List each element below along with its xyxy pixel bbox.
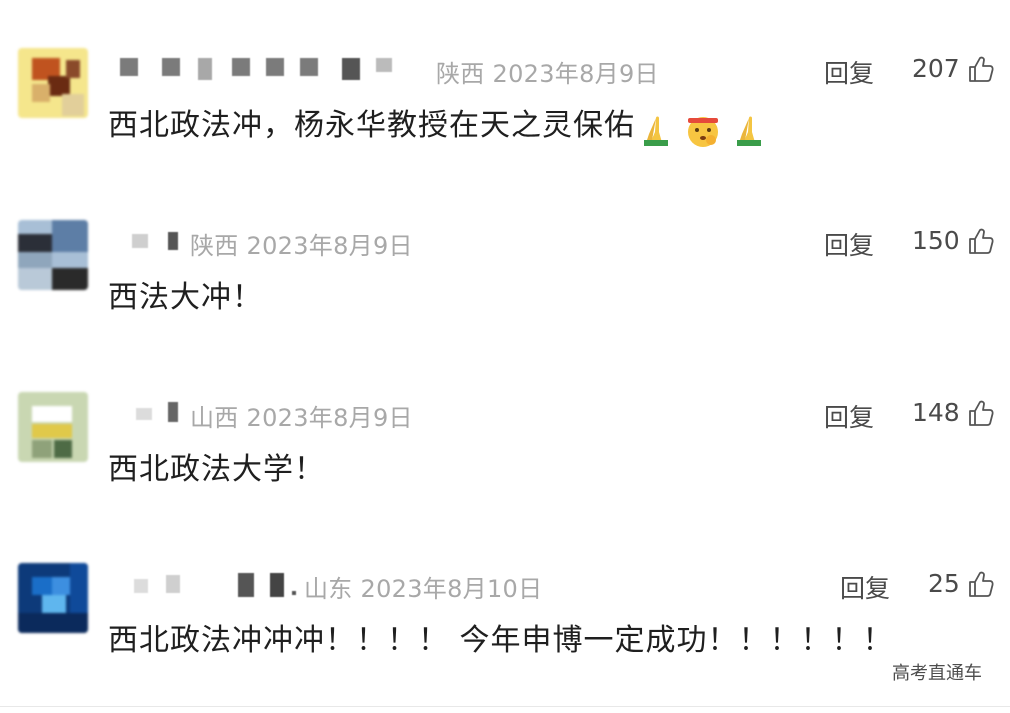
username-redacted[interactable] (120, 573, 310, 597)
location-date: 陕西 2023年8月9日 (436, 60, 659, 88)
reply-button[interactable]: 回复 (824, 398, 874, 434)
comment-item-1: 陕西 2023年8月9日 回复 207 西北政法冲，杨永华教授在天之灵保佑 (0, 48, 1010, 198)
reply-button[interactable]: 回复 (824, 54, 874, 90)
thumbs-up-icon[interactable] (966, 226, 996, 256)
folded-hands-emoji-icon (644, 116, 668, 146)
comment-meta: 山东 2023年8月10日 回复 25 (108, 563, 1010, 603)
comment-text: 西北政法大学！ (108, 452, 325, 487)
comment-meta: 陕西 2023年8月9日 回复 150 (108, 220, 1010, 260)
location-date: 陕西 2023年8月9日 (190, 232, 413, 260)
hushed-face-emoji-icon (687, 116, 718, 147)
comment-meta: 陕西 2023年8月9日 回复 207 (108, 48, 1010, 88)
emoji-group (639, 112, 766, 150)
reply-button[interactable]: 回复 (824, 226, 874, 262)
like-count: 207 (912, 54, 960, 83)
comment-item-2: 陕西 2023年8月9日 回复 150 西法大冲！ (0, 220, 1010, 370)
divider (0, 706, 1010, 707)
like-count: 25 (928, 569, 960, 598)
like-count: 148 (912, 398, 960, 427)
avatar[interactable] (18, 392, 88, 462)
comment-meta: 山西 2023年8月9日 回复 148 (108, 392, 1010, 432)
avatar[interactable] (18, 220, 88, 290)
folded-hands-emoji-icon (737, 116, 762, 146)
comment-text: 西北政法冲冲冲！！！！ 今年申博一定成功！！！！！！ (108, 623, 894, 658)
comment-item-3: 山西 2023年8月9日 回复 148 西北政法大学！ (0, 392, 1010, 542)
reply-button[interactable]: 回复 (840, 569, 890, 605)
username-redacted[interactable] (120, 58, 400, 80)
comment-text: 西法大冲！ (108, 280, 263, 315)
avatar[interactable] (18, 48, 88, 118)
thumbs-up-icon[interactable] (966, 398, 996, 428)
avatar[interactable] (18, 563, 88, 633)
location-date: 山西 2023年8月9日 (190, 404, 413, 432)
watermark: 高考直通车 (892, 663, 982, 684)
thumbs-up-icon[interactable] (966, 54, 996, 84)
comment-item-4: 山东 2023年8月10日 回复 25 西北政法冲冲冲！！！！ 今年申博一定成功… (0, 563, 1010, 713)
location-date: 山东 2023年8月10日 (304, 575, 543, 603)
comment-text: 西北政法冲，杨永华教授在天之灵保佑 (108, 100, 766, 150)
like-count: 150 (912, 226, 960, 255)
thumbs-up-icon[interactable] (966, 569, 996, 599)
username-redacted[interactable] (120, 402, 180, 424)
username-redacted[interactable] (120, 230, 180, 252)
